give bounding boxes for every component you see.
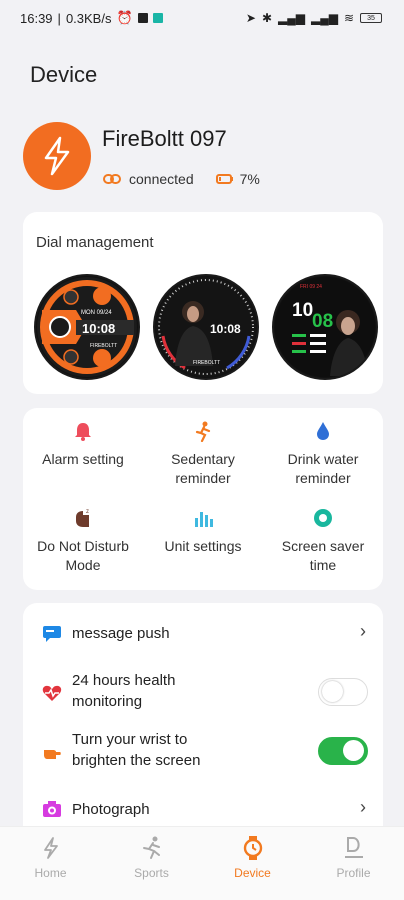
wifi-icon: ≋ xyxy=(343,11,354,25)
nav-device[interactable]: Device xyxy=(202,827,303,900)
water-drop-icon xyxy=(317,422,329,440)
app-notification-icon xyxy=(152,13,163,23)
nav-profile-label: Profile xyxy=(336,866,371,880)
nav-home-label: Home xyxy=(34,866,67,880)
nav-home[interactable]: Home xyxy=(0,827,101,900)
device-battery-icon xyxy=(215,174,233,184)
status-time: 16:39 xyxy=(20,10,53,26)
health-monitoring-line-1: 24 hours health xyxy=(72,672,176,689)
nav-profile[interactable]: Profile xyxy=(303,827,404,900)
connection-status: connected xyxy=(129,171,194,187)
bluetooth-icon: ✱ xyxy=(261,11,272,25)
sedentary-reminder-label-2: reminder xyxy=(175,470,231,486)
nav-sports-label: Sports xyxy=(134,866,169,880)
fireboltt-logo-icon xyxy=(23,122,91,190)
toggle-knob xyxy=(322,681,343,702)
wrist-brighten-label: Turn your wrist to brighten the screen xyxy=(72,729,200,771)
status-bar: 16:39 | 0.3KB/s ⏰ ➤ ✱ ▂▄▆ ▂▄▆ ≋ 35 xyxy=(0,0,404,36)
sedentary-reminder-label-1: Sedentary xyxy=(171,451,235,467)
running-icon xyxy=(142,836,160,859)
health-monitoring-toggle[interactable] xyxy=(318,678,368,706)
device-battery-level: 7% xyxy=(239,171,260,187)
message-push-row[interactable]: message push › xyxy=(23,621,383,645)
toggle-knob xyxy=(343,740,364,761)
nav-device-label: Device xyxy=(234,866,271,880)
location-icon: ➤ xyxy=(245,11,256,25)
dial-management-card: Dial management MON 09/24 10:08 FIREBOLT… xyxy=(23,212,383,394)
alarm-setting-item[interactable]: Alarm setting xyxy=(23,420,143,469)
screen-saver-label-1: Screen saver xyxy=(281,538,365,554)
wrist-hand-icon xyxy=(44,750,61,759)
photograph-chevron-icon: › xyxy=(360,797,366,817)
watch-face-orange-sport[interactable]: MON 09/24 10:08 FIREBOLTT xyxy=(34,274,140,380)
watch-face-portrait[interactable]: 10:08 FIREBOLTT xyxy=(153,274,259,380)
drink-water-label-2: reminder xyxy=(295,470,351,486)
svg-text:MON 09/24: MON 09/24 xyxy=(81,310,112,316)
camera-icon xyxy=(43,801,61,817)
screen-saver-time-item[interactable]: Screen saver time xyxy=(263,507,383,575)
settings-card: message push › 24 hours health monitorin… xyxy=(23,603,383,843)
alarm-bell-icon xyxy=(75,423,91,441)
sedentary-reminder-item[interactable]: Sedentary reminder xyxy=(143,420,263,488)
unit-settings-item[interactable]: Unit settings xyxy=(143,507,263,556)
watch-icon xyxy=(243,836,262,860)
message-push-icon xyxy=(43,626,61,642)
dial-management-title[interactable]: Dial management xyxy=(36,234,154,251)
drink-water-label-1: Drink water xyxy=(287,451,359,467)
sedentary-icon xyxy=(195,421,211,442)
status-left: 16:39 | 0.3KB/s ⏰ xyxy=(20,10,163,26)
signal-2-icon: ▂▄▆ xyxy=(310,11,338,25)
svg-text:FRI 09 24: FRI 09 24 xyxy=(300,284,322,290)
health-monitoring-row: 24 hours health monitoring xyxy=(23,670,383,714)
wrist-brighten-line-1: Turn your wrist to xyxy=(72,731,188,748)
link-icon xyxy=(103,174,121,184)
status-separator: | xyxy=(57,10,61,26)
nav-sports[interactable]: Sports xyxy=(101,827,202,900)
signal-icon: ▂▄▆ xyxy=(278,11,305,25)
photograph-label: Photograph xyxy=(72,801,150,818)
screen-saver-icon xyxy=(314,509,332,527)
wrist-brighten-row: Turn your wrist to brighten the screen xyxy=(23,729,383,773)
do-not-disturb-item[interactable]: z Do Not Disturb Mode xyxy=(23,507,143,575)
dial-3-hour: 10 xyxy=(292,300,313,321)
wrist-brighten-toggle[interactable] xyxy=(318,737,368,765)
wrist-brighten-line-2: brighten the screen xyxy=(72,752,201,769)
dial-list: MON 09/24 10:08 FIREBOLTT 10:08 FIREBOLT… xyxy=(34,274,378,380)
device-header[interactable]: FireBoltt 097 connected 7% xyxy=(23,122,383,192)
home-bolt-icon xyxy=(43,837,58,859)
message-push-label: message push xyxy=(72,625,170,642)
alarm-setting-label: Alarm setting xyxy=(42,451,124,467)
svg-text:FIREBOLTT: FIREBOLTT xyxy=(90,343,117,349)
battery-icon: 35 xyxy=(360,13,382,23)
health-monitoring-label: 24 hours health monitoring xyxy=(72,670,175,712)
dial-3-minute: 08 xyxy=(312,311,333,332)
drink-water-reminder-item[interactable]: Drink water reminder xyxy=(263,420,383,488)
message-push-chevron-icon: › xyxy=(360,621,366,641)
features-card: Alarm setting Sedentary reminder Drink w… xyxy=(23,408,383,590)
heart-monitor-icon xyxy=(42,685,62,701)
do-not-disturb-icon: z xyxy=(76,509,89,527)
profile-icon xyxy=(344,837,363,858)
bottom-nav: Home Sports Device Profile xyxy=(0,826,404,900)
photograph-row[interactable]: Photograph › xyxy=(23,797,383,821)
dial-1-time: 10:08 xyxy=(82,321,115,336)
alarm-status-icon: ⏰ xyxy=(116,10,133,25)
network-speed: 0.3KB/s xyxy=(65,10,112,26)
device-name: FireBoltt 097 xyxy=(102,126,227,151)
dial-2-time: 10:08 xyxy=(210,322,241,336)
watch-face-digital-portrait[interactable]: FRI 09 24 10 08 xyxy=(272,274,378,380)
notification-icon xyxy=(137,13,148,23)
unit-settings-label: Unit settings xyxy=(164,538,242,554)
do-not-disturb-label-2: Mode xyxy=(65,557,101,573)
svg-text:FIREBOLTT: FIREBOLTT xyxy=(193,360,220,366)
health-monitoring-line-2: monitoring xyxy=(72,693,143,710)
screen-saver-label-2: time xyxy=(309,557,337,573)
page-title: Device xyxy=(30,62,98,87)
svg-text:z: z xyxy=(86,509,89,515)
connection-row: connected 7% xyxy=(103,171,260,187)
status-right: ➤ ✱ ▂▄▆ ▂▄▆ ≋ 35 xyxy=(246,11,382,25)
unit-settings-icon xyxy=(195,512,213,527)
do-not-disturb-label-1: Do Not Disturb xyxy=(37,538,129,554)
